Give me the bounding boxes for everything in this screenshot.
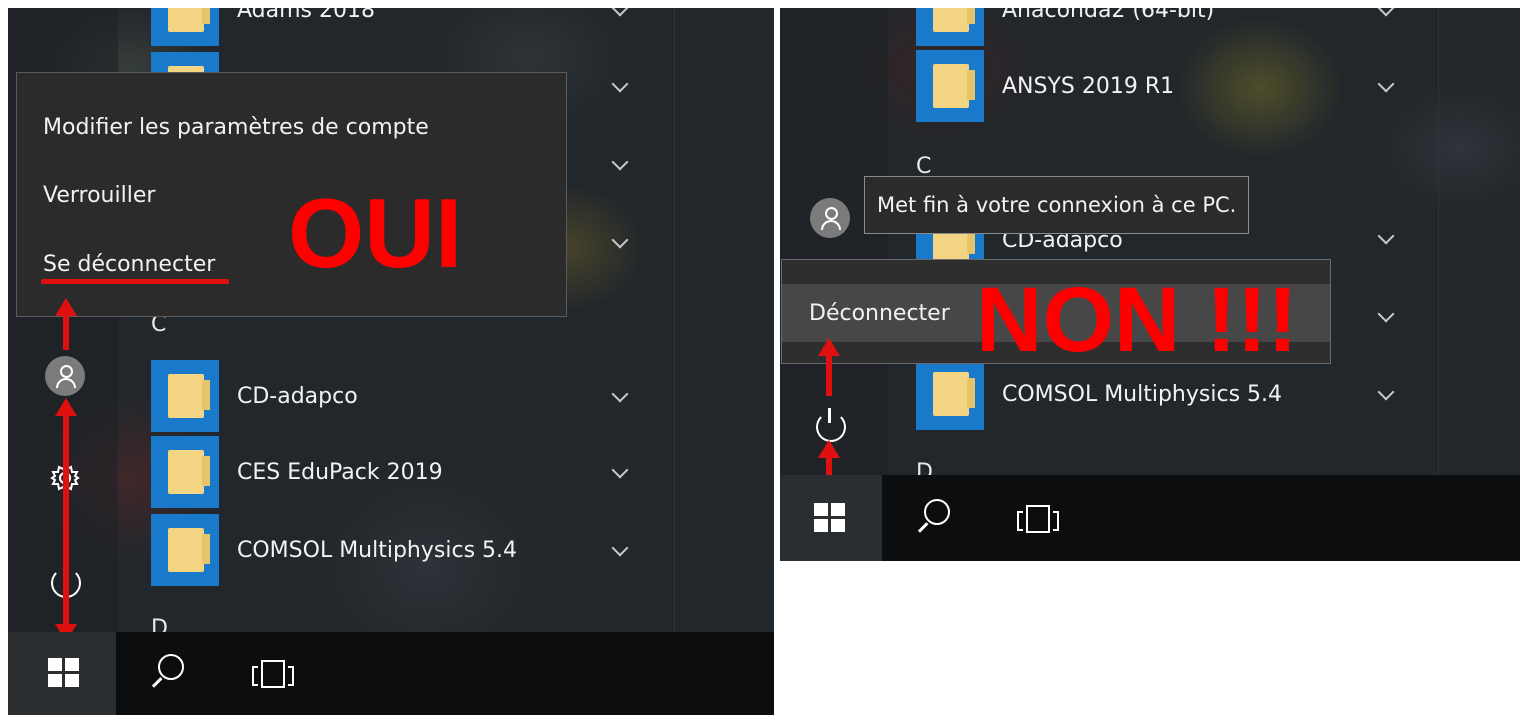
sign-out-underline xyxy=(41,279,229,284)
arrow-line xyxy=(63,414,69,626)
menu-item-disconnect[interactable]: Déconnecter xyxy=(809,301,950,326)
app-list-item[interactable]: COMSOL Multiphysics 5.4 xyxy=(151,514,517,586)
folder-icon xyxy=(151,8,219,46)
user-avatar-icon[interactable] xyxy=(810,198,850,238)
folder-icon xyxy=(916,8,984,46)
app-label: CD-adapco xyxy=(237,383,358,409)
user-avatar-icon[interactable] xyxy=(45,356,85,396)
folder-icon xyxy=(151,360,219,432)
app-list-item[interactable]: CES EduPack 2019 xyxy=(151,436,443,508)
divider xyxy=(674,8,675,715)
task-view-icon[interactable] xyxy=(252,660,294,688)
taskbar xyxy=(8,632,774,715)
annotation-non: NON !!! xyxy=(976,269,1298,371)
task-view-icon[interactable] xyxy=(1017,505,1059,533)
app-label: COMSOL Multiphysics 5.4 xyxy=(1002,381,1283,407)
arrow-line xyxy=(826,354,832,396)
app-list-item[interactable]: Anaconda2 (64-bit) xyxy=(916,8,1214,46)
search-icon[interactable] xyxy=(158,654,184,680)
folder-icon xyxy=(151,514,219,586)
folder-icon xyxy=(916,358,984,430)
menu-item-sign-out[interactable]: Se déconnecter xyxy=(43,252,215,277)
windows-start-icon xyxy=(814,503,846,533)
app-label: Anaconda2 (64-bit) xyxy=(1002,8,1215,23)
search-icon[interactable] xyxy=(924,499,950,525)
app-label: Adams 2018 xyxy=(237,8,375,23)
arrow-line xyxy=(63,314,69,350)
start-menu-left: Adams 2018 C CD-adapco CES EduPack 2019 … xyxy=(8,8,774,715)
app-label: COMSOL Multiphysics 5.4 xyxy=(237,537,518,563)
app-label: ANSYS 2019 R1 xyxy=(1002,73,1175,99)
app-list-item[interactable]: ANSYS 2019 R1 xyxy=(916,50,1174,122)
menu-item-lock[interactable]: Verrouiller xyxy=(43,183,155,208)
start-menu-right: Anaconda2 (64-bit) ANSYS 2019 R1 C CD-ad… xyxy=(780,8,1520,561)
taskbar xyxy=(780,475,1520,561)
app-list-item[interactable]: Adams 2018 xyxy=(151,8,375,46)
start-button[interactable] xyxy=(8,632,116,715)
menu-item-change-account-settings[interactable]: Modifier les paramètres de compte xyxy=(43,115,429,140)
app-label: CES EduPack 2019 xyxy=(237,459,443,485)
sign-out-tooltip: Met fin à votre connexion à ce PC. xyxy=(864,176,1250,234)
folder-icon xyxy=(151,436,219,508)
app-list-item[interactable]: CD-adapco xyxy=(151,360,358,432)
power-icon[interactable] xyxy=(816,408,846,442)
windows-start-icon xyxy=(48,658,80,688)
start-button[interactable] xyxy=(780,475,882,561)
annotation-oui: OUI xyxy=(288,178,463,288)
folder-icon xyxy=(916,50,984,122)
